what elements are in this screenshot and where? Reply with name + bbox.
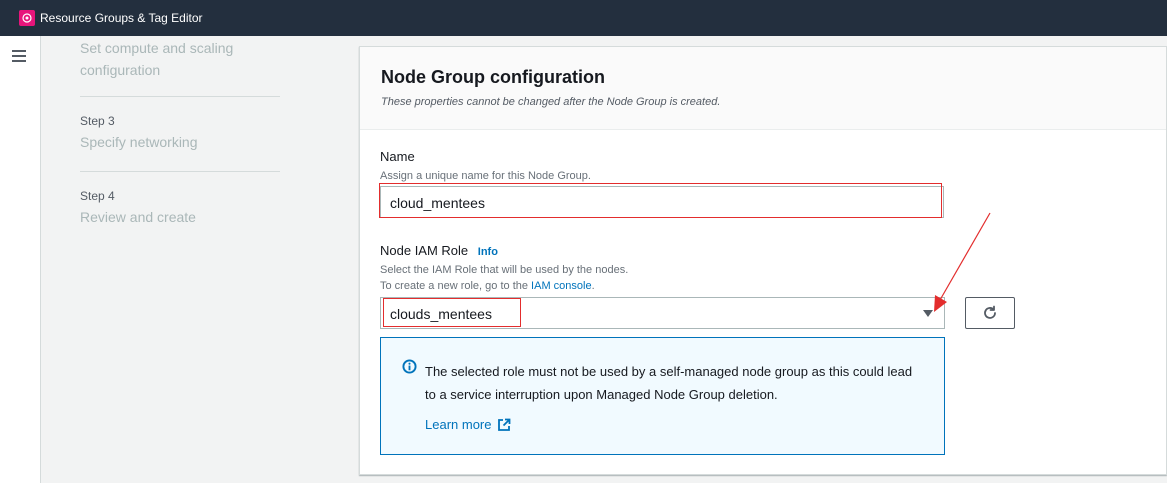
name-input[interactable]: cloud_mentees [380, 186, 944, 218]
alert-text: The selected role must not be used by a … [425, 364, 913, 402]
refresh-button[interactable] [965, 297, 1015, 329]
info-icon [402, 359, 417, 374]
learn-more-link[interactable]: Learn more [425, 417, 511, 432]
step-4: Step 4 Review and create [80, 189, 196, 228]
role-desc-prefix: To create a new role, go to the [380, 280, 528, 292]
step-number: Step 4 [80, 189, 115, 203]
step-divider [80, 96, 280, 97]
top-bar: Resource Groups & Tag Editor [0, 0, 1167, 36]
role-description: Select the IAM Role that will be used by… [380, 264, 629, 276]
step-title: Specify networking [80, 134, 198, 150]
panel-description: These properties cannot be changed after… [381, 96, 721, 108]
info-alert: The selected role must not be used by a … [380, 337, 945, 455]
refresh-icon [984, 305, 996, 319]
role-description-2: To create a new role, go to the IAM cons… [380, 279, 595, 293]
step-3: Step 3 Specify networking [80, 114, 198, 153]
learn-more-text: Learn more [425, 417, 492, 432]
role-label-text: Node IAM Role [380, 243, 469, 258]
hamburger-menu-icon[interactable] [12, 50, 26, 62]
role-desc-suffix: . [591, 280, 595, 292]
step-title: Set compute and scaling configuration [80, 40, 234, 78]
step-number: Step 3 [80, 114, 115, 128]
iam-console-link[interactable]: IAM console [531, 280, 592, 292]
selected-role: clouds_mentees [390, 306, 492, 322]
resource-groups-icon [19, 10, 35, 26]
step-2: Set compute and scaling configuration [80, 37, 280, 81]
panel-header: Node Group configuration These propertie… [360, 47, 1166, 130]
panel-title: Node Group configuration [381, 67, 605, 87]
left-rail [0, 36, 41, 483]
iam-role-select[interactable]: clouds_mentees [380, 297, 945, 329]
step-divider [80, 171, 280, 172]
caret-down-icon[interactable] [923, 310, 933, 317]
role-label: Node IAM Role Info [380, 243, 498, 258]
name-label: Name [380, 149, 415, 164]
external-link-icon [498, 418, 511, 431]
app-title[interactable]: Resource Groups & Tag Editor [40, 11, 203, 25]
step-title: Review and create [80, 209, 196, 225]
name-description: Assign a unique name for this Node Group… [380, 170, 591, 182]
info-link[interactable]: Info [478, 246, 498, 258]
